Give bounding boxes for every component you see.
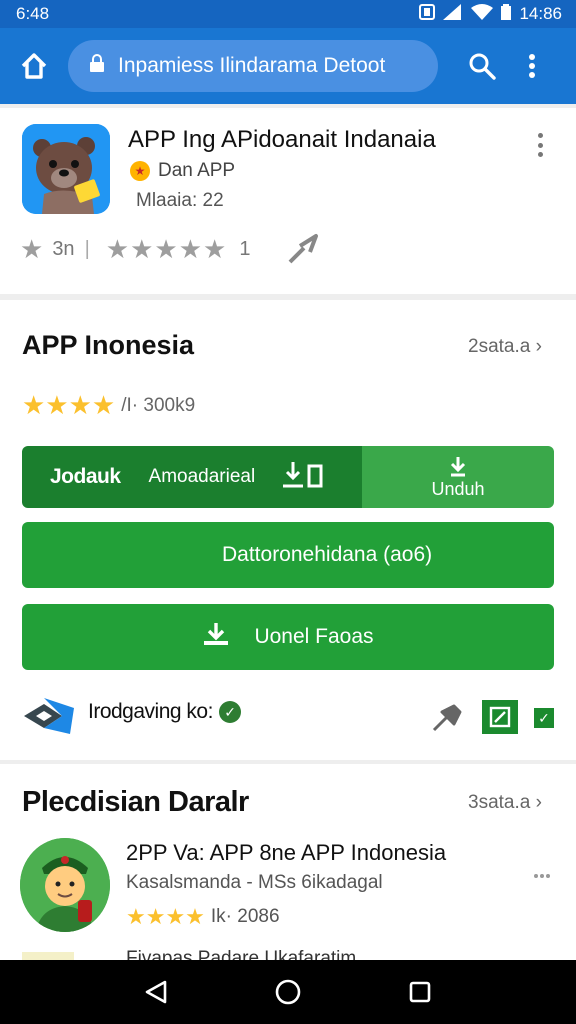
url-text: Inpamiess Ilindarama Detoot bbox=[118, 54, 386, 77]
provider-text: Irodgaving ko: bbox=[88, 700, 213, 723]
app-header-card: APP Ing APidoanait Indanaia ★ Dan APP Ml… bbox=[0, 108, 576, 294]
rating-left-value: 3n bbox=[52, 238, 75, 260]
download-icon bbox=[450, 456, 466, 476]
rating-row: ★ 3n | ★★★★★ 1 bbox=[20, 234, 250, 265]
share-button[interactable] bbox=[286, 232, 322, 271]
lock-icon bbox=[90, 54, 104, 78]
see-all-label: 2sata.a bbox=[468, 336, 531, 357]
star-icon: ★ bbox=[20, 234, 45, 264]
pin-button[interactable] bbox=[430, 700, 466, 739]
signal-icon bbox=[443, 3, 463, 25]
developer-badge-icon: ★ bbox=[130, 161, 150, 181]
similar-app-rating: ★★★★ Ik· 2086 bbox=[126, 904, 280, 930]
share-arrow-icon bbox=[288, 234, 318, 264]
similar-see-all-label: 3sata.a bbox=[468, 792, 531, 813]
split-label-b: Amoadarieal bbox=[148, 466, 256, 487]
back-triangle-icon bbox=[145, 980, 167, 1004]
similar-section-title: Plecdisian Daralr bbox=[22, 786, 249, 818]
next-app-title[interactable]: Fivapas Padare Ukafaratim bbox=[126, 948, 356, 960]
edit-square-icon bbox=[489, 706, 511, 728]
app-bar: Inpamiess Ilindarama Detoot bbox=[0, 28, 576, 104]
install-split-button: Jodauk Amoadarieal Unduh bbox=[22, 446, 554, 508]
chevron-right-icon: › bbox=[535, 792, 542, 813]
status-time: 6:48 bbox=[16, 4, 50, 23]
similar-app-title[interactable]: 2PP Va: APP 8ne APP Indonesia bbox=[126, 840, 446, 866]
check-button[interactable]: ✓ bbox=[534, 708, 554, 728]
developer-name: Dan APP bbox=[158, 160, 236, 181]
status-bar: 6:48 14:86 bbox=[0, 0, 576, 28]
gold-stars-icon: ★★★★ bbox=[22, 390, 116, 420]
download-box-icon bbox=[281, 460, 325, 495]
recents-button[interactable] bbox=[398, 970, 442, 1014]
similar-app-subtitle: Kasalsmanda - MSs 6ikadagal bbox=[126, 872, 383, 893]
next-app-icon[interactable] bbox=[22, 952, 74, 960]
home-nav-button[interactable] bbox=[266, 970, 310, 1014]
similar-see-all-link[interactable]: 3sata.a › bbox=[468, 792, 542, 814]
download-action-label: Uonel Faoas bbox=[254, 625, 374, 648]
verified-check-icon: ✓ bbox=[218, 701, 241, 723]
battery-icon bbox=[501, 3, 512, 25]
secondary-action-button[interactable]: Dattoronehidana (ao6) bbox=[22, 522, 554, 588]
system-nav-bar bbox=[0, 960, 576, 1024]
unduh-button[interactable]: Unduh bbox=[362, 446, 554, 508]
unduh-label: Unduh bbox=[431, 478, 485, 499]
developer-row[interactable]: ★ Dan APP bbox=[130, 160, 235, 182]
status-icons: 14:86 bbox=[419, 3, 562, 25]
provider-row: Irodgaving ko: ✓ bbox=[88, 700, 241, 724]
detail-rating-row: ★★★★ /I· 300k9 bbox=[22, 390, 195, 421]
bear-mascot-icon bbox=[22, 124, 110, 214]
detail-rating-text: /I· 300k9 bbox=[121, 394, 196, 416]
status-clock: 14:86 bbox=[519, 4, 562, 23]
back-button[interactable] bbox=[134, 970, 178, 1014]
more-vert-icon bbox=[529, 54, 535, 78]
chevron-right-icon: › bbox=[535, 336, 542, 357]
search-button[interactable] bbox=[462, 46, 502, 86]
app-title: APP Ing APidoanait Indanaia bbox=[128, 126, 436, 153]
download-tray-icon bbox=[202, 621, 230, 653]
home-icon bbox=[21, 53, 47, 79]
app-icon[interactable] bbox=[22, 124, 110, 214]
provider-logo-icon bbox=[22, 694, 76, 743]
wifi-icon bbox=[471, 3, 494, 25]
nfc-icon bbox=[419, 3, 436, 25]
rating-stars-icon: ★★★★★ bbox=[105, 234, 228, 264]
overflow-menu-button[interactable] bbox=[522, 46, 542, 86]
app-meta: Mlaaia: 22 bbox=[136, 190, 224, 211]
rating-count: 1 bbox=[239, 238, 251, 260]
similar-app-avatar[interactable] bbox=[20, 838, 110, 932]
recents-square-icon bbox=[409, 981, 431, 1003]
similar-app-rating-text: Ik· 2086 bbox=[210, 906, 280, 927]
url-field[interactable]: Inpamiess Ilindarama Detoot bbox=[68, 40, 438, 92]
gold-stars-icon: ★★★★ bbox=[126, 904, 205, 929]
similar-apps-card: Plecdisian Daralr 3sata.a › 2PP Va: APP … bbox=[0, 764, 576, 960]
home-circle-icon bbox=[275, 979, 301, 1005]
see-all-link[interactable]: 2sata.a › bbox=[468, 336, 542, 358]
detail-card: APP Inonesia 2sata.a › ★★★★ /I· 300k9 Jo… bbox=[0, 300, 576, 760]
section-title: APP Inonesia bbox=[22, 330, 195, 360]
similar-app-more-button[interactable] bbox=[534, 874, 550, 878]
home-button[interactable] bbox=[14, 46, 54, 86]
app-more-button[interactable] bbox=[532, 130, 548, 160]
pin-icon bbox=[432, 704, 462, 732]
edit-button[interactable] bbox=[482, 700, 518, 734]
check-icon: ✓ bbox=[538, 709, 550, 726]
install-main-button[interactable]: Jodauk Amoadarieal bbox=[22, 446, 362, 508]
divider: | bbox=[84, 238, 90, 260]
split-label-a: Jodauk bbox=[50, 465, 121, 488]
search-icon bbox=[469, 53, 496, 80]
mascot-avatar-icon bbox=[20, 838, 110, 932]
download-action-button[interactable]: Uonel Faoas bbox=[22, 604, 554, 670]
